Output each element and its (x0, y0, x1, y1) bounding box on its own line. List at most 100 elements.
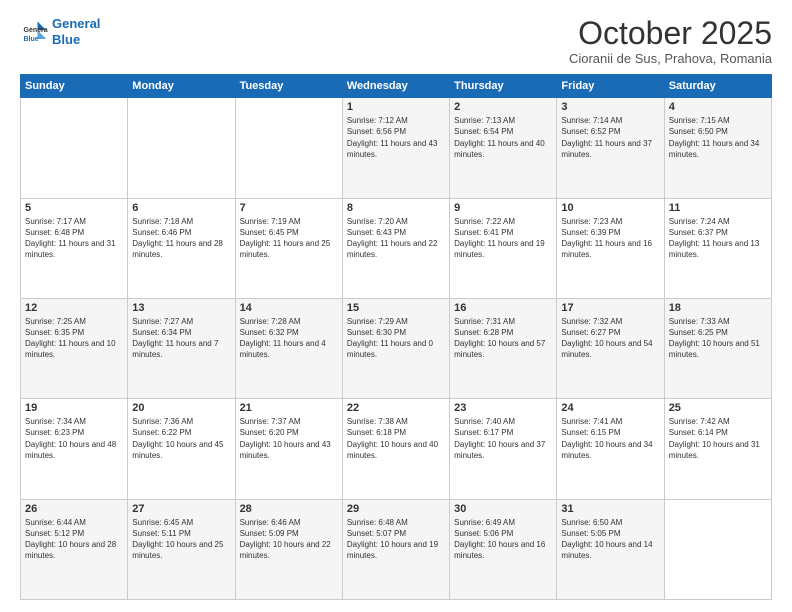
calendar-cell: 2 Sunrise: 7:13 AMSunset: 6:54 PMDaylight… (450, 98, 557, 198)
day-number: 29 (347, 503, 445, 515)
day-number: 13 (132, 302, 230, 314)
calendar-cell: 5Sunrise: 7:17 AMSunset: 6:48 PMDaylight… (21, 198, 128, 298)
page: General Blue General Blue October 2025 C… (0, 0, 792, 612)
calendar-cell: 17 Sunrise: 7:32 AMSunset: 6:27 PMDayligh… (557, 298, 664, 398)
calendar-cell: 20 Sunrise: 7:36 AMSunset: 6:22 PMDayligh… (128, 399, 235, 499)
day-number: 7 (240, 202, 338, 214)
calendar-cell: 23Sunrise: 7:40 AMSunset: 6:17 PMDayligh… (450, 399, 557, 499)
day-number: 9 (454, 202, 552, 214)
day-number: 14 (240, 302, 338, 314)
cell-sun-info: Sunrise: 6:45 AMSunset: 5:11 PMDaylight:… (132, 517, 230, 562)
svg-text:General: General (24, 27, 49, 34)
cell-sun-info: Sunrise: 6:48 AMSunset: 5:07 PMDaylight:… (347, 517, 445, 562)
calendar-cell: 12 Sunrise: 7:25 AMSunset: 6:35 PMDayligh… (21, 298, 128, 398)
day-header-friday: Friday (557, 75, 664, 98)
calendar-cell: 11 Sunrise: 7:24 AMSunset: 6:37 PMDayligh… (664, 198, 771, 298)
calendar-cell: 7 Sunrise: 7:19 AMSunset: 6:45 PMDaylight… (235, 198, 342, 298)
day-header-thursday: Thursday (450, 75, 557, 98)
calendar-cell: 19Sunrise: 7:34 AMSunset: 6:23 PMDayligh… (21, 399, 128, 499)
day-number: 2 (454, 101, 552, 113)
calendar-cell: 3 Sunrise: 7:14 AMSunset: 6:52 PMDaylight… (557, 98, 664, 198)
location: Cioranii de Sus, Prahova, Romania (569, 51, 772, 66)
day-number: 24 (561, 402, 659, 414)
cell-sun-info: Sunrise: 7:37 AMSunset: 6:20 PMDaylight:… (240, 416, 338, 461)
day-header-tuesday: Tuesday (235, 75, 342, 98)
calendar-cell: 4Sunrise: 7:15 AMSunset: 6:50 PMDaylight… (664, 98, 771, 198)
cell-sun-info: Sunrise: 7:38 AMSunset: 6:18 PMDaylight:… (347, 416, 445, 461)
cell-sun-info: Sunrise: 7:19 AMSunset: 6:45 PMDaylight:… (240, 216, 338, 261)
calendar-header-row: SundayMondayTuesdayWednesdayThursdayFrid… (21, 75, 772, 98)
cell-sun-info: Sunrise: 7:33 AMSunset: 6:25 PMDaylight:… (669, 316, 767, 361)
calendar-cell: 9 Sunrise: 7:22 AMSunset: 6:41 PMDaylight… (450, 198, 557, 298)
calendar-cell: 26Sunrise: 6:44 AMSunset: 5:12 PMDayligh… (21, 499, 128, 599)
day-header-wednesday: Wednesday (342, 75, 449, 98)
logo-line1: General (52, 16, 100, 31)
calendar-cell: 21 Sunrise: 7:37 AMSunset: 6:20 PMDayligh… (235, 399, 342, 499)
title-block: October 2025 Cioranii de Sus, Prahova, R… (569, 16, 772, 66)
cell-sun-info: Sunrise: 6:46 AMSunset: 5:09 PMDaylight:… (240, 517, 338, 562)
calendar-cell: 18 Sunrise: 7:33 AMSunset: 6:25 PMDayligh… (664, 298, 771, 398)
day-number: 28 (240, 503, 338, 515)
cell-sun-info: Sunrise: 7:14 AMSunset: 6:52 PMDaylight:… (561, 115, 659, 160)
day-number: 15 (347, 302, 445, 314)
logo-icon: General Blue (20, 18, 48, 46)
day-number: 10 (561, 202, 659, 214)
day-number: 21 (240, 402, 338, 414)
day-header-saturday: Saturday (664, 75, 771, 98)
calendar-cell: 8Sunrise: 7:20 AMSunset: 6:43 PMDaylight… (342, 198, 449, 298)
day-number: 23 (454, 402, 552, 414)
cell-sun-info: Sunrise: 7:24 AMSunset: 6:37 PMDaylight:… (669, 216, 767, 261)
cell-sun-info: Sunrise: 7:31 AMSunset: 6:28 PMDaylight:… (454, 316, 552, 361)
cell-sun-info: Sunrise: 7:15 AMSunset: 6:50 PMDaylight:… (669, 115, 767, 160)
cell-sun-info: Sunrise: 7:34 AMSunset: 6:23 PMDaylight:… (25, 416, 123, 461)
day-number: 20 (132, 402, 230, 414)
calendar-cell (235, 98, 342, 198)
cell-sun-info: Sunrise: 7:27 AMSunset: 6:34 PMDaylight:… (132, 316, 230, 361)
header: General Blue General Blue October 2025 C… (20, 16, 772, 66)
cell-sun-info: Sunrise: 7:18 AMSunset: 6:46 PMDaylight:… (132, 216, 230, 261)
cell-sun-info: Sunrise: 7:13 AMSunset: 6:54 PMDaylight:… (454, 115, 552, 160)
day-number: 16 (454, 302, 552, 314)
calendar-table: SundayMondayTuesdayWednesdayThursdayFrid… (20, 74, 772, 600)
cell-sun-info: Sunrise: 7:42 AMSunset: 6:14 PMDaylight:… (669, 416, 767, 461)
day-number: 18 (669, 302, 767, 314)
cell-sun-info: Sunrise: 7:36 AMSunset: 6:22 PMDaylight:… (132, 416, 230, 461)
logo-line2: Blue (52, 32, 80, 47)
day-number: 8 (347, 202, 445, 214)
calendar-cell (21, 98, 128, 198)
day-header-sunday: Sunday (21, 75, 128, 98)
cell-sun-info: Sunrise: 7:17 AMSunset: 6:48 PMDaylight:… (25, 216, 123, 261)
calendar-week-row: 19Sunrise: 7:34 AMSunset: 6:23 PMDayligh… (21, 399, 772, 499)
day-number: 25 (669, 402, 767, 414)
svg-text:Blue: Blue (24, 35, 39, 42)
day-number: 30 (454, 503, 552, 515)
calendar-cell: 15 Sunrise: 7:29 AMSunset: 6:30 PMDayligh… (342, 298, 449, 398)
calendar-week-row: 5Sunrise: 7:17 AMSunset: 6:48 PMDaylight… (21, 198, 772, 298)
calendar-cell: 16 Sunrise: 7:31 AMSunset: 6:28 PMDayligh… (450, 298, 557, 398)
cell-sun-info: Sunrise: 7:23 AMSunset: 6:39 PMDaylight:… (561, 216, 659, 261)
cell-sun-info: Sunrise: 7:28 AMSunset: 6:32 PMDaylight:… (240, 316, 338, 361)
cell-sun-info: Sunrise: 7:25 AMSunset: 6:35 PMDaylight:… (25, 316, 123, 361)
cell-sun-info: Sunrise: 7:22 AMSunset: 6:41 PMDaylight:… (454, 216, 552, 261)
calendar-cell: 14 Sunrise: 7:28 AMSunset: 6:32 PMDayligh… (235, 298, 342, 398)
calendar-week-row: 26Sunrise: 6:44 AMSunset: 5:12 PMDayligh… (21, 499, 772, 599)
day-number: 6 (132, 202, 230, 214)
calendar-week-row: 1Sunrise: 7:12 AMSunset: 6:56 PMDaylight… (21, 98, 772, 198)
cell-sun-info: Sunrise: 7:32 AMSunset: 6:27 PMDaylight:… (561, 316, 659, 361)
day-number: 1 (347, 101, 445, 113)
calendar-cell (128, 98, 235, 198)
day-number: 17 (561, 302, 659, 314)
day-number: 11 (669, 202, 767, 214)
calendar-cell (664, 499, 771, 599)
calendar-cell: 29 Sunrise: 6:48 AMSunset: 5:07 PMDayligh… (342, 499, 449, 599)
day-number: 12 (25, 302, 123, 314)
calendar-cell: 22Sunrise: 7:38 AMSunset: 6:18 PMDayligh… (342, 399, 449, 499)
cell-sun-info: Sunrise: 6:44 AMSunset: 5:12 PMDaylight:… (25, 517, 123, 562)
cell-sun-info: Sunrise: 7:29 AMSunset: 6:30 PMDaylight:… (347, 316, 445, 361)
logo: General Blue General Blue (20, 16, 100, 47)
day-number: 3 (561, 101, 659, 113)
calendar-cell: 10 Sunrise: 7:23 AMSunset: 6:39 PMDayligh… (557, 198, 664, 298)
calendar-cell: 27Sunrise: 6:45 AMSunset: 5:11 PMDayligh… (128, 499, 235, 599)
cell-sun-info: Sunrise: 6:50 AMSunset: 5:05 PMDaylight:… (561, 517, 659, 562)
calendar-cell: 13 Sunrise: 7:27 AMSunset: 6:34 PMDayligh… (128, 298, 235, 398)
